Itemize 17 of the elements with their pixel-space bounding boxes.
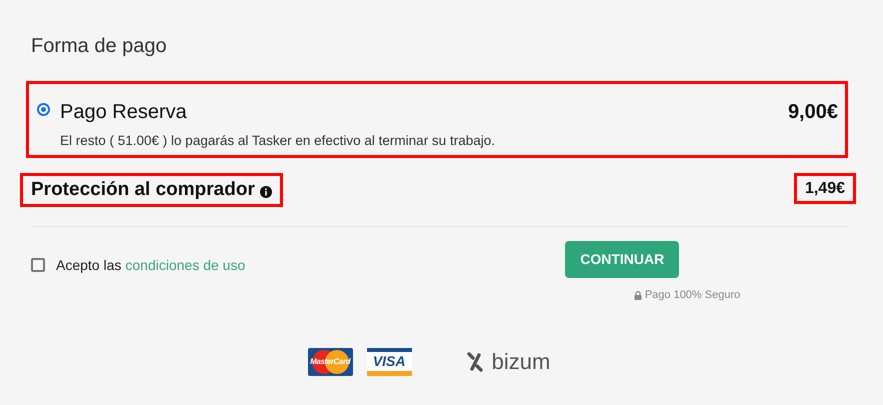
visa-logo: VISA: [366, 348, 412, 376]
option-note: El resto ( 51.00€ ) lo pagarás al Tasker en efectivo al terminar su trabajo.: [60, 132, 495, 150]
continue-button[interactable]: CONTINUAR: [565, 241, 680, 278]
payment-option-card[interactable]: Pago Reserva 9,00€ El resto ( 51.00€ ) lo pagarás al Tasker en efectivo al terminar su trabajo.: [26, 81, 848, 158]
protection-text: Protección al comprador: [31, 178, 255, 202]
info-icon: [260, 186, 272, 198]
radio-button[interactable]: [37, 102, 50, 116]
terms-checkbox[interactable]: [31, 258, 45, 272]
option-label: Pago Reserva: [60, 100, 187, 125]
protection-price: 1,49€: [794, 173, 856, 204]
section-title: Forma de pago: [31, 34, 167, 59]
secure-note: Pago 100% Seguro: [644, 288, 740, 303]
option-price: 9,00€: [788, 100, 838, 125]
bizum-logo: bizum: [492, 350, 550, 374]
terms-text: Acepto las: [56, 256, 122, 275]
lock-icon: [634, 290, 642, 300]
terms-link[interactable]: condiciones de uso: [125, 254, 246, 276]
